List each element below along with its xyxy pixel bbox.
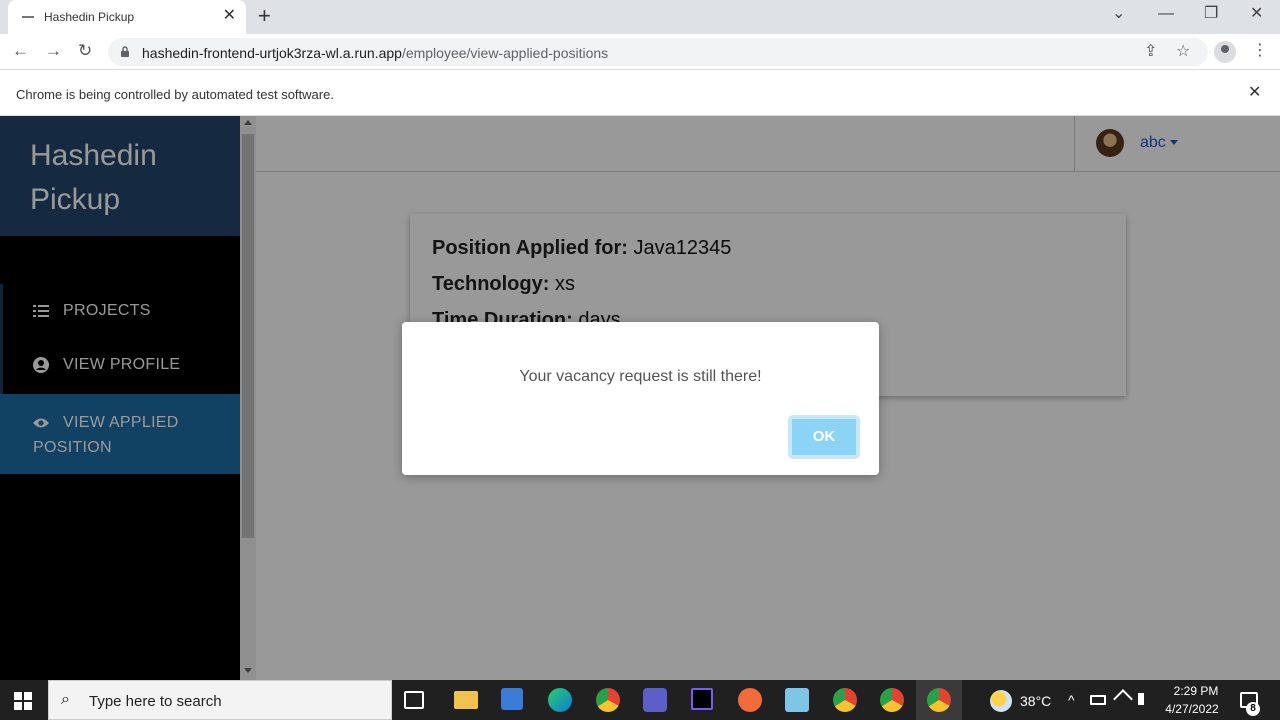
- chrome-menu-icon[interactable]: ⋮: [1252, 41, 1268, 61]
- ok-button[interactable]: OK: [788, 415, 860, 459]
- edge-icon[interactable]: [548, 688, 572, 712]
- automation-infobar: Chrome is being controlled by automated …: [0, 71, 1280, 116]
- new-tab-button[interactable]: +: [258, 4, 271, 28]
- lock-icon: [121, 46, 129, 57]
- minimize-button[interactable]: —: [1158, 4, 1174, 24]
- infobar-close-icon[interactable]: ✕: [1248, 83, 1261, 103]
- search-icon: ⌕: [61, 691, 70, 708]
- modal-message: Your vacancy request is still there!: [519, 368, 762, 385]
- weather-temp: 38°C: [1020, 693, 1052, 709]
- windows-taskbar: ⌕ Type here to search 38°C ^ 2:29 PM 4/2…: [0, 680, 1280, 720]
- browser-tab[interactable]: Hashedin Pickup ✕: [8, 0, 246, 34]
- notification-count: 8: [1246, 702, 1260, 716]
- weather-icon[interactable]: [990, 690, 1012, 712]
- url-host: hashedin-frontend-urtjok3rza-wl.a.run.ap…: [142, 45, 402, 61]
- bookmark-star-icon[interactable]: ☆: [1176, 42, 1190, 62]
- tab-search-icon[interactable]: ⌄: [1112, 4, 1125, 24]
- tab-close-icon[interactable]: ✕: [223, 6, 236, 26]
- share-icon[interactable]: ⇪: [1144, 42, 1157, 62]
- alert-modal: Your vacancy request is still there! OK: [402, 322, 879, 475]
- browser-tab-strip: Hashedin Pickup ✕ + ⌄ — ❐ ✕: [0, 0, 1280, 34]
- profile-icon[interactable]: [1214, 41, 1236, 63]
- search-placeholder: Type here to search: [89, 693, 222, 710]
- chrome-icon[interactable]: [927, 688, 951, 712]
- address-bar[interactable]: hashedin-frontend-urtjok3rza-wl.a.run.ap…: [108, 38, 1208, 66]
- windows-start-icon[interactable]: [14, 692, 32, 710]
- microsoft-store-icon[interactable]: [501, 688, 523, 710]
- back-button[interactable]: ←: [12, 40, 29, 62]
- chrome-icon[interactable]: [596, 688, 620, 712]
- clock-time[interactable]: 2:29 PM: [1168, 684, 1224, 698]
- url-text: hashedin-frontend-urtjok3rza-wl.a.run.ap…: [142, 45, 608, 61]
- tray-chevron-icon[interactable]: ^: [1068, 692, 1075, 708]
- tab-title: Hashedin Pickup: [44, 10, 135, 24]
- tab-favicon-icon: [22, 16, 34, 18]
- clock-date[interactable]: 4/27/2022: [1162, 702, 1222, 716]
- chrome-icon[interactable]: [880, 688, 904, 712]
- reload-button[interactable]: ↻: [78, 40, 92, 62]
- maximize-button[interactable]: ❐: [1204, 4, 1218, 24]
- volume-icon[interactable]: [1138, 693, 1152, 705]
- close-window-button[interactable]: ✕: [1250, 4, 1263, 24]
- postman-icon[interactable]: [738, 688, 762, 712]
- chrome-icon[interactable]: [833, 688, 857, 712]
- notepad-icon[interactable]: [785, 688, 809, 712]
- page-viewport: Hashedin Pickup PROJECTS VIEW PROFILE VI…: [0, 116, 1280, 680]
- url-path: /employee/view-applied-positions: [401, 45, 609, 61]
- file-explorer-icon[interactable]: [454, 691, 478, 709]
- taskbar-search-input[interactable]: ⌕ Type here to search: [48, 680, 392, 720]
- browser-toolbar: ← → ↻ hashedin-frontend-urtjok3rza-wl.a.…: [0, 34, 1280, 70]
- wifi-icon[interactable]: [1113, 689, 1133, 709]
- forward-button[interactable]: →: [45, 40, 62, 62]
- intellij-icon[interactable]: [691, 688, 713, 710]
- infobar-message: Chrome is being controlled by automated …: [16, 87, 334, 102]
- teams-icon[interactable]: [643, 688, 667, 712]
- battery-icon[interactable]: [1090, 695, 1106, 705]
- task-view-icon[interactable]: [404, 691, 424, 709]
